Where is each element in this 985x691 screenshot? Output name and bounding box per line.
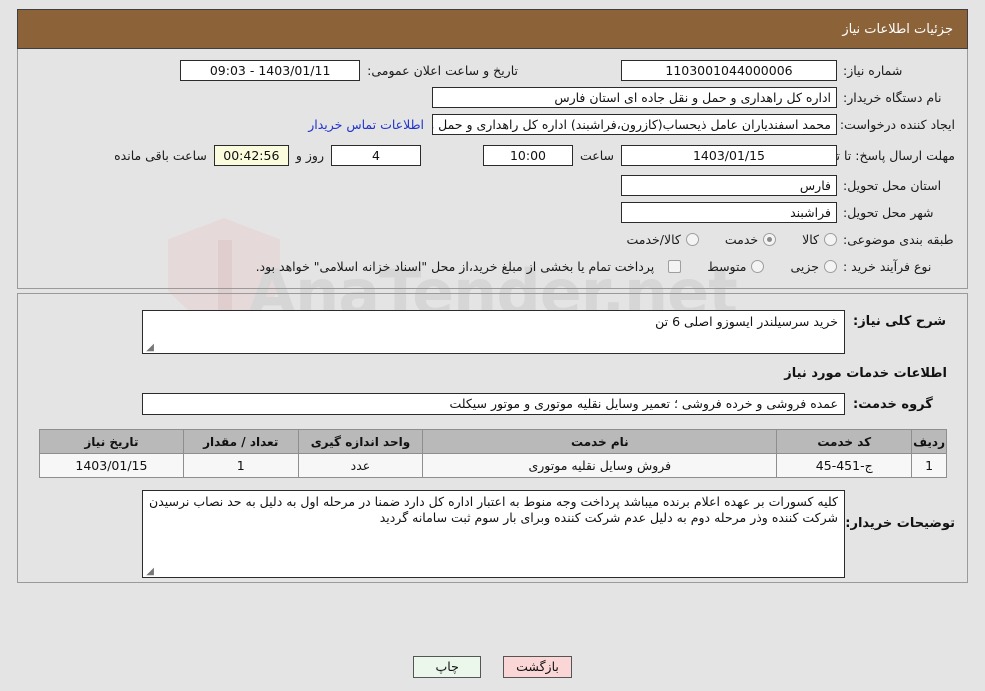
remaining-days-field: 4 xyxy=(330,144,421,166)
category-option-kala-khedmat[interactable]: کالا/خدمت xyxy=(626,232,699,247)
radio-kala-khedmat-icon[interactable] xyxy=(685,233,699,246)
summary-label: شرح کلی نیاز: xyxy=(853,314,947,329)
row-need-number: شماره نیاز: 1103001044000006 تاریخ و ساع… xyxy=(18,57,967,84)
category-option-kala-label: کالا xyxy=(802,232,819,247)
treasury-note: پرداخت تمام یا بخشی از مبلغ خرید،از محل … xyxy=(255,259,655,274)
service-details-panel: شرح کلی نیاز: خرید سرسیلندر ایسوزو اصلی … xyxy=(17,293,968,583)
province-label: استان محل تحویل: xyxy=(843,178,942,193)
hour-label: ساعت xyxy=(579,147,614,163)
resize-grip-icon-notes[interactable]: ◢ xyxy=(145,567,154,577)
row-service-group: گروه خدمت: عمده فروشی و خرده فروشی ؛ تعم… xyxy=(18,393,967,415)
category-option-khedmat-label: خدمت xyxy=(724,232,759,247)
deadline-label: مهلت ارسال پاسخ: تا تاریخ: xyxy=(810,147,955,163)
buyer-notes-textarea[interactable]: کلیه کسورات بر عهده اعلام برنده میباشد پ… xyxy=(142,490,845,578)
row-summary: شرح کلی نیاز: خرید سرسیلندر ایسوزو اصلی … xyxy=(18,310,967,354)
radio-jozyi-icon[interactable] xyxy=(824,260,837,273)
process-option-motevaset[interactable]: متوسط xyxy=(707,259,765,274)
row-process-type: نوع فرآیند خرید : جزیی متوسط پرداخت تمام… xyxy=(18,253,967,280)
province-field: فارس xyxy=(621,175,837,196)
buyer-org-label: نام دستگاه خریدار: xyxy=(843,90,942,105)
footer-actions: بازگشت چاپ xyxy=(0,656,985,678)
table-header-row: ردیف کد خدمت نام خدمت واحد اندازه گیری ت… xyxy=(39,429,947,454)
need-number-field: 1103001044000006 xyxy=(621,60,837,81)
days-label: روز و xyxy=(295,147,324,163)
cell-need-date: 1403/01/15 xyxy=(39,453,184,478)
row-province: استان محل تحویل: فارس xyxy=(18,172,967,199)
city-field: فراشبند xyxy=(621,202,837,223)
services-section-heading: اطلاعات خدمات مورد نیاز xyxy=(784,366,947,381)
service-group-label: گروه خدمت: xyxy=(853,397,933,412)
service-group-field: عمده فروشی و خرده فروشی ؛ تعمیر وسایل نق… xyxy=(142,393,845,415)
services-table: ردیف کد خدمت نام خدمت واحد اندازه گیری ت… xyxy=(39,429,947,478)
deadline-time-field: 10:00 xyxy=(482,144,573,166)
radio-motevaset-icon[interactable] xyxy=(751,260,765,273)
buyer-contact-link[interactable]: اطلاعات تماس خریدار xyxy=(308,117,424,132)
summary-value: خرید سرسیلندر ایسوزو اصلی 6 تن xyxy=(655,314,838,329)
row-city: شهر محل تحویل: فراشبند xyxy=(18,199,967,226)
deadline-date-field: 1403/01/15 xyxy=(621,144,837,166)
window-title-bar: جزئیات اطلاعات نیاز xyxy=(17,9,968,49)
category-option-kala-khedmat-label: کالا/خدمت xyxy=(626,232,681,247)
th-service-name: نام خدمت xyxy=(422,429,778,454)
resize-grip-icon[interactable]: ◢ xyxy=(145,343,154,353)
radio-kala-icon[interactable] xyxy=(824,233,837,246)
print-button[interactable]: چاپ xyxy=(413,656,482,678)
row-creator: ایجاد کننده درخواست: محمد اسفندیاران عام… xyxy=(18,111,967,138)
buyer-notes-value: کلیه کسورات بر عهده اعلام برنده میباشد پ… xyxy=(149,494,838,525)
row-category: طبقه بندی موضوعی: کالا خدمت کالا/خدمت xyxy=(18,226,967,253)
cell-service-name: فروش وسایل نقلیه موتوری xyxy=(422,453,778,478)
th-unit: واحد اندازه گیری xyxy=(297,429,424,454)
creator-label: ایجاد کننده درخواست: xyxy=(839,117,955,132)
table-row: 1 ج-451-45 فروش وسایل نقلیه موتوری عدد 1… xyxy=(39,453,947,478)
countdown-label: ساعت باقی مانده xyxy=(114,147,207,163)
page-root: AnaTender.net جزئیات اطلاعات نیاز شماره … xyxy=(0,0,985,691)
row-buyer-notes: توضیحات خریدار: کلیه کسورات بر عهده اعلا… xyxy=(18,490,967,578)
creator-field: محمد اسفندیاران عامل ذیحساب(کازرون،فراشب… xyxy=(432,114,837,135)
countdown-field: 00:42:56 xyxy=(213,144,289,166)
treasury-checkbox-icon[interactable] xyxy=(668,260,682,273)
category-option-kala[interactable]: کالا xyxy=(802,232,837,247)
process-option-motevaset-label: متوسط xyxy=(707,259,747,274)
row-deadline: مهلت ارسال پاسخ: تا تاریخ: 1403/01/15 سا… xyxy=(18,138,967,172)
row-buyer-org: نام دستگاه خریدار: اداره کل راهداری و حم… xyxy=(18,84,967,111)
back-button[interactable]: بازگشت xyxy=(503,656,572,678)
cell-unit: عدد xyxy=(297,453,424,478)
th-service-code: کد خدمت xyxy=(776,429,913,454)
treasury-checkbox-wrap[interactable] xyxy=(668,260,682,273)
public-announce-label: تاریخ و ساعت اعلان عمومی: xyxy=(367,63,518,78)
category-option-khedmat[interactable]: خدمت xyxy=(724,232,777,247)
th-need-date: تاریخ نیاز xyxy=(39,429,184,454)
buyer-org-field: اداره کل راهداری و حمل و نقل جاده ای است… xyxy=(432,87,837,108)
category-label: طبقه بندی موضوعی: xyxy=(843,232,954,247)
summary-textarea[interactable]: خرید سرسیلندر ایسوزو اصلی 6 تن ◢ xyxy=(142,310,845,354)
process-option-jozyi[interactable]: جزیی xyxy=(790,259,837,274)
radio-khedmat-icon[interactable] xyxy=(763,233,777,246)
city-label: شهر محل تحویل: xyxy=(843,205,934,220)
cell-quantity: 1 xyxy=(182,453,299,478)
cell-service-code: ج-451-45 xyxy=(776,453,913,478)
need-info-panel: شماره نیاز: 1103001044000006 تاریخ و ساع… xyxy=(17,49,968,289)
cell-radif: 1 xyxy=(911,453,947,478)
process-label: نوع فرآیند خرید : xyxy=(843,259,932,274)
public-announce-field: 1403/01/11 - 09:03 xyxy=(180,60,361,81)
th-radif: ردیف xyxy=(911,429,947,454)
process-option-jozyi-label: جزیی xyxy=(790,259,819,274)
th-quantity: تعداد / مقدار xyxy=(182,429,299,454)
page-title: جزئیات اطلاعات نیاز xyxy=(842,21,953,37)
need-number-label: شماره نیاز: xyxy=(843,63,903,78)
buyer-notes-label: توضیحات خریدار: xyxy=(845,516,955,531)
